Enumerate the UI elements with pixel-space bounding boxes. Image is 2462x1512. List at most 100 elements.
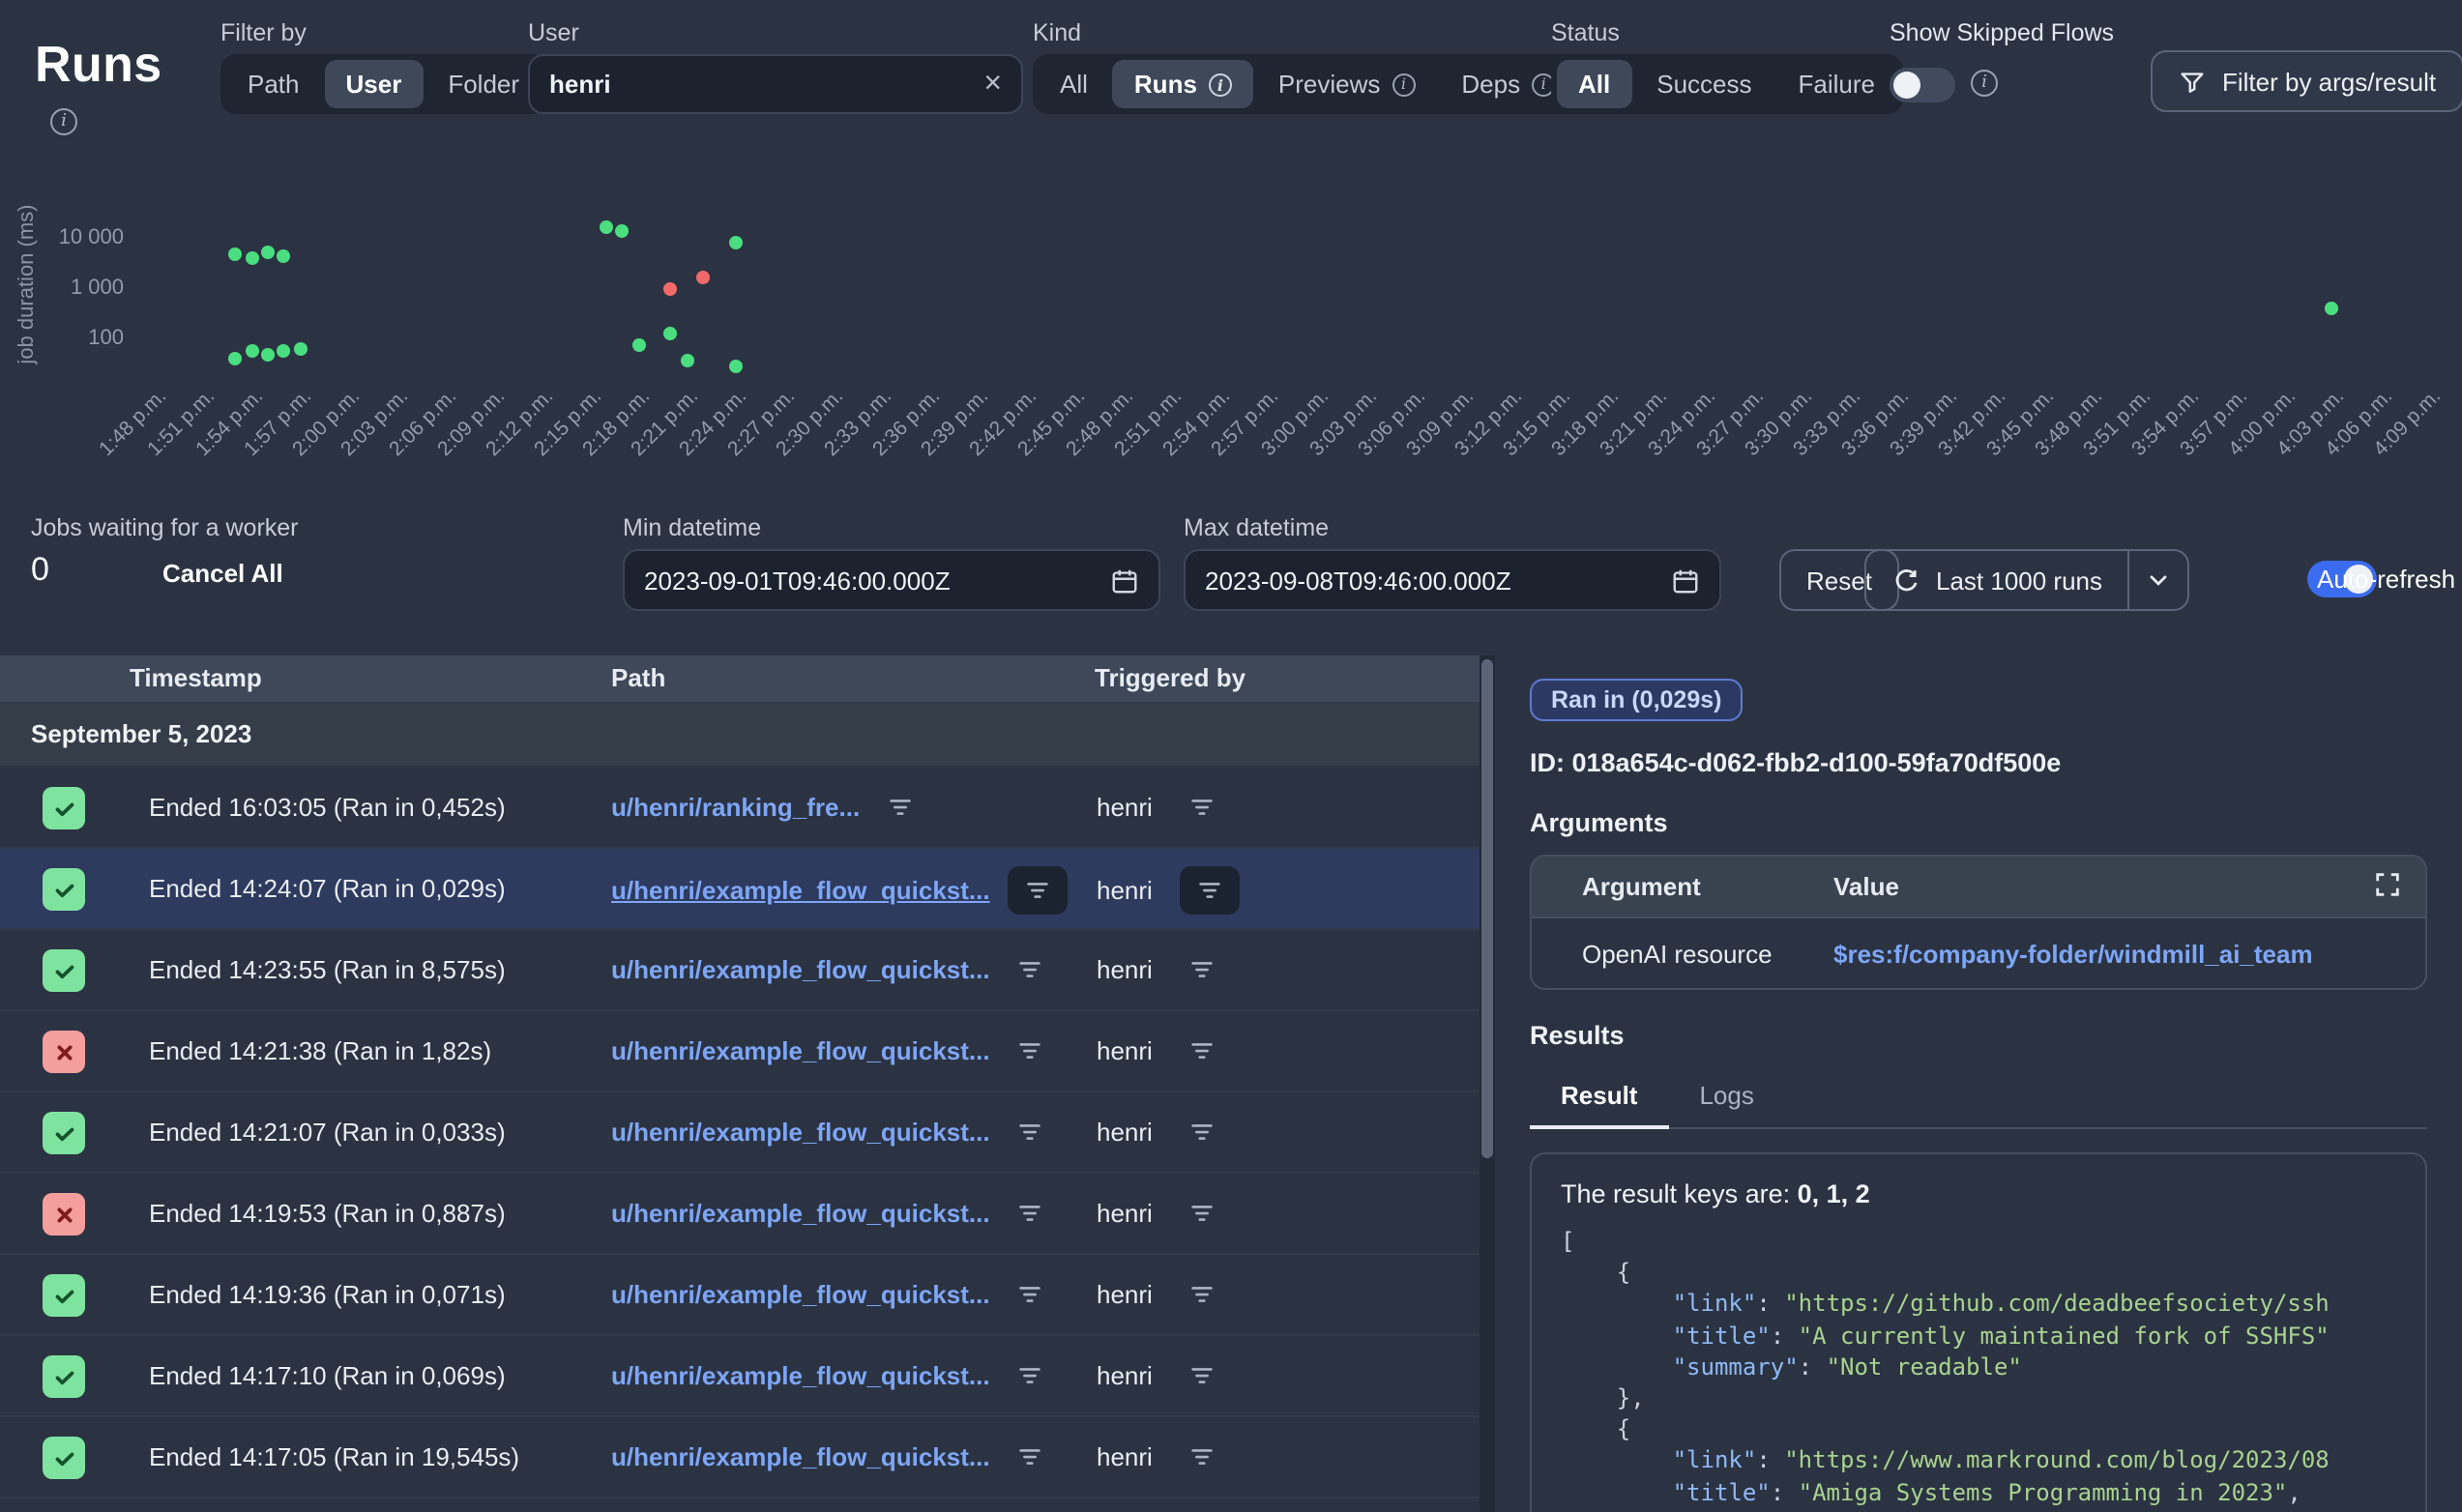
run-path-link[interactable]: u/henri/example_flow_quickst... — [611, 1199, 990, 1228]
filter-by-path-icon[interactable] — [1008, 1191, 1052, 1236]
option-label: Success — [1656, 70, 1751, 99]
filter-by-user-icon[interactable] — [1180, 1435, 1224, 1479]
user-filter-label: User — [528, 19, 579, 46]
filter-by-user-icon[interactable] — [1180, 785, 1224, 829]
chevron-down-icon — [2145, 567, 2172, 594]
table-row[interactable]: Ended 14:19:53 (Ran in 0,887s)u/henri/ex… — [0, 1174, 1480, 1255]
success-icon — [43, 1274, 85, 1317]
result-json-line: "summary": " — [1561, 1508, 2396, 1512]
chart-point-failure — [664, 282, 678, 296]
kind-group: AllRunsiPreviewsiDepsi — [1033, 54, 1582, 114]
table-row[interactable]: Ended 14:19:36 (Ran in 0,071s) u/henri/ex… — [0, 1255, 1480, 1336]
scrollbar-thumb[interactable] — [1481, 659, 1493, 1158]
calendar-icon[interactable] — [1671, 566, 1700, 595]
status-group-option-failure[interactable]: Failure — [1777, 60, 1897, 108]
chart-point-success — [616, 224, 630, 238]
filter-by-group-option-folder[interactable]: Folder — [426, 60, 541, 108]
success-icon — [43, 949, 85, 992]
table-row[interactable]: Ended 14:23:55 (Ran in 8,575s) u/henri/ex… — [0, 930, 1480, 1011]
filter-by-user-icon[interactable] — [1180, 1110, 1224, 1154]
show-skipped-toggle[interactable] — [1890, 68, 1955, 102]
filter-by-group-option-user[interactable]: User — [325, 60, 424, 108]
run-path-link[interactable]: u/henri/example_flow_quickst... — [611, 955, 990, 984]
option-label: Path — [248, 70, 300, 99]
run-triggered-by: henri — [1097, 1199, 1153, 1228]
chart-point-success — [261, 348, 275, 362]
filter-by-user-icon[interactable] — [1180, 1353, 1224, 1398]
last-runs-chevron[interactable] — [2127, 551, 2187, 609]
option-label: Deps — [1461, 70, 1520, 99]
expand-icon[interactable] — [2373, 870, 2402, 899]
clear-user-filter-icon[interactable]: × — [983, 69, 1002, 100]
result-viewer: The result keys are: 0, 1, 2 [ { "link":… — [1530, 1152, 2427, 1512]
status-group-option-success[interactable]: Success — [1635, 60, 1773, 108]
run-path-link[interactable]: u/henri/example_flow_quickst... — [611, 1280, 990, 1309]
cancel-all-button[interactable]: Cancel All — [162, 559, 283, 588]
max-datetime-input[interactable] — [1205, 566, 1656, 595]
max-datetime — [1184, 549, 1721, 611]
table-row[interactable]: Ended 16:03:05 (Ran in 0,452s)u/henri/ra… — [0, 768, 1480, 849]
status-group-option-all[interactable]: All — [1557, 60, 1631, 108]
arguments-table-body: OpenAI resource$res:f/company-folder/win… — [1532, 916, 2425, 988]
tab-logs[interactable]: Logs — [1668, 1065, 1784, 1129]
run-path-link[interactable]: u/henri/example_flow_quickst... — [611, 876, 990, 905]
failure-icon — [43, 1031, 85, 1073]
runs-table: Timestamp Path Triggered by September 5,… — [0, 655, 1480, 1512]
table-row[interactable]: Ended 14:24:07 (Ran in 0,029s)u/henri/ex… — [0, 849, 1480, 930]
run-path-link[interactable]: u/henri/example_flow_quickst... — [611, 1361, 990, 1390]
filter-by-user-icon[interactable] — [1180, 1191, 1224, 1236]
kind-group-option-previews[interactable]: Previewsi — [1257, 60, 1437, 108]
result-json-line: "link": "https://www.markround.com/blog/… — [1561, 1445, 2396, 1476]
run-timestamp: Ended 14:19:36 (Ran in 0,071s) — [149, 1280, 506, 1309]
args-result-filter-label: Filter by args/result — [2222, 67, 2436, 96]
tab-result[interactable]: Result — [1530, 1065, 1668, 1129]
column-header-timestamp: Timestamp — [130, 663, 262, 692]
result-json-line: [ — [1561, 1226, 2396, 1257]
filter-by-user-icon[interactable] — [1180, 866, 1240, 915]
run-path-link[interactable]: u/henri/example_flow_quickst... — [611, 1036, 990, 1065]
filter-by-path-icon[interactable] — [1008, 1435, 1052, 1479]
table-row[interactable]: Ended 14:21:38 (Ran in 1,82s) u/henri/exa… — [0, 1011, 1480, 1092]
argument-name: OpenAI resource — [1532, 939, 1833, 968]
table-scrollbar[interactable] — [1480, 655, 1495, 1512]
filter-by-user-icon[interactable] — [1180, 947, 1224, 992]
run-id: ID: 018a654c-d062-fbb2-d100-59fa70df500e — [1530, 748, 2427, 777]
filter-by-path-icon[interactable] — [1008, 1272, 1052, 1317]
table-row[interactable]: Ended 14:21:07 (Ran in 0,033s)u/henri/ex… — [0, 1092, 1480, 1174]
run-path-link[interactable]: u/henri/ranking_fre... — [611, 793, 860, 822]
filter-by-user-icon[interactable] — [1180, 1272, 1224, 1317]
kind-group-option-all[interactable]: All — [1039, 60, 1109, 108]
chart-point-success — [228, 247, 242, 261]
calendar-icon[interactable] — [1110, 566, 1139, 595]
column-header-value: Value — [1833, 872, 2425, 901]
run-timestamp: Ended 14:23:55 (Ran in 8,575s) — [149, 955, 506, 984]
filter-by-path-icon[interactable] — [1008, 947, 1052, 992]
run-timestamp: Ended 14:21:38 (Ran in 1,82s) — [149, 1036, 491, 1065]
kind-group-option-runs[interactable]: Runsi — [1113, 60, 1253, 108]
filter-by-path-icon[interactable] — [1008, 1110, 1052, 1154]
filter-by-path-icon[interactable] — [877, 785, 922, 829]
min-datetime-input[interactable] — [644, 566, 1095, 595]
table-row[interactable]: Ended 14:17:05 (Ran in 19,545s) u/henri/e… — [0, 1417, 1480, 1498]
filter-by-path-icon[interactable] — [1008, 866, 1068, 915]
result-json-line: "title": "A currently maintained fork of… — [1561, 1320, 2396, 1351]
last-runs-button[interactable]: Last 1000 runs — [1864, 549, 2189, 611]
run-path-link[interactable]: u/henri/example_flow_quickst... — [611, 1442, 990, 1471]
filter-by-group-option-path[interactable]: Path — [226, 60, 321, 108]
duration-badge: Ran in (0,029s) — [1530, 679, 1743, 721]
run-timestamp: Ended 14:17:05 (Ran in 19,545s) — [149, 1442, 519, 1471]
filter-by-user-icon[interactable] — [1180, 1029, 1224, 1073]
runs-info-icon[interactable]: i — [50, 108, 77, 135]
show-skipped-info-icon[interactable]: i — [1971, 70, 1998, 97]
filter-by-path-icon[interactable] — [1008, 1353, 1052, 1398]
user-filter-input[interactable] — [549, 70, 968, 99]
argument-row: OpenAI resource$res:f/company-folder/win… — [1532, 916, 2425, 988]
table-row[interactable]: Ended 14:17:10 (Ran in 0,069s)u/henri/ex… — [0, 1336, 1480, 1417]
option-label: User — [346, 70, 402, 99]
run-path-link[interactable]: u/henri/example_flow_quickst... — [611, 1118, 990, 1147]
args-result-filter-button[interactable]: Filter by args/result — [2151, 50, 2462, 112]
filter-by-path-icon[interactable] — [1008, 1029, 1052, 1073]
argument-value-link[interactable]: $res:f/company-folder/windmill_ai_team — [1833, 939, 2425, 968]
user-filter: × — [528, 54, 1023, 114]
min-datetime-label: Min datetime — [623, 514, 761, 541]
